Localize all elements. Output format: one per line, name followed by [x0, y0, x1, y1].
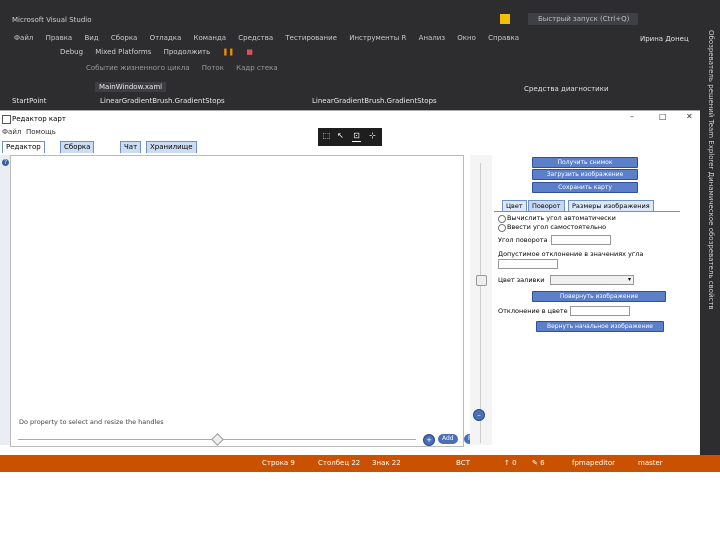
status-push-count[interactable]: ↑ 0: [504, 455, 517, 472]
menu-r-tools[interactable]: Инструменты R: [349, 34, 406, 42]
quick-launch-input[interactable]: Быстрый запуск (Ctrl+Q): [528, 13, 638, 25]
menu-test[interactable]: Тестирование: [285, 34, 337, 42]
notification-flag-icon[interactable]: [500, 14, 510, 24]
vs-menu-bar: Файл Правка Вид Сборка Отладка Команда С…: [14, 34, 714, 42]
status-edits[interactable]: ✎ 6: [532, 455, 545, 472]
menu-view[interactable]: Вид: [84, 34, 98, 42]
add-round-button[interactable]: +: [423, 434, 435, 446]
map-canvas[interactable]: Do property to select and resize the han…: [10, 155, 464, 447]
vs-toolbar-2: Событие жизненного цикла Поток Кадр стек…: [86, 64, 720, 72]
color-deviation-label: Отклонение в цвете: [498, 307, 568, 315]
left-gutter: [0, 155, 10, 445]
platform-select[interactable]: Mixed Platforms: [95, 48, 151, 56]
vertical-slider-thumb[interactable]: [476, 275, 487, 286]
measure-icon[interactable]: ⊹: [368, 131, 377, 141]
doc-tab-mainwindow[interactable]: MainWindow.xaml: [95, 82, 167, 92]
menu-edit[interactable]: Правка: [46, 34, 73, 42]
color-deviation-input[interactable]: [570, 306, 630, 316]
lifecycle-events[interactable]: Событие жизненного цикла: [86, 64, 190, 72]
continue-button[interactable]: Продолжить: [164, 48, 211, 56]
menu-analyze[interactable]: Анализ: [419, 34, 445, 42]
app-menu-file[interactable]: Файл: [2, 128, 21, 136]
stack-frame[interactable]: Кадр стека: [236, 64, 278, 72]
map-editor-window: Редактор карт Файл Помощь Редактор карт …: [0, 110, 700, 456]
help-icon[interactable]: ?: [2, 159, 9, 166]
menu-file[interactable]: Файл: [14, 34, 33, 42]
fill-color-select[interactable]: ▾: [550, 275, 634, 285]
window-icon: [2, 115, 11, 124]
close-icon[interactable]: ✕: [686, 112, 693, 121]
menu-debug[interactable]: Отладка: [150, 34, 182, 42]
rotate-image-button[interactable]: Повернуть изображение: [532, 291, 666, 302]
radio-manual-angle[interactable]: [498, 224, 506, 232]
menu-team[interactable]: Команда: [194, 34, 227, 42]
radio-auto-angle-label: Вычислить угол автоматически: [507, 214, 616, 222]
nav-startpoint[interactable]: StartPoint: [8, 96, 50, 106]
save-map-button[interactable]: Сохранить карту: [532, 182, 638, 193]
status-column: Столбец 22: [318, 459, 361, 467]
get-snapshot-button[interactable]: Получить снимок: [532, 157, 638, 168]
status-repo[interactable]: fpmapeditor: [572, 455, 615, 472]
floating-design-toolbar: ⬚ ↖ ⊡ ⊹: [318, 128, 382, 146]
tab-map-editor[interactable]: Редактор карт: [2, 141, 45, 162]
add-button[interactable]: Add: [438, 434, 458, 444]
radio-manual-angle-label: Ввести угол самостоятельно: [507, 223, 607, 231]
tab-rotation[interactable]: Поворот: [528, 200, 565, 211]
menu-build[interactable]: Сборка: [111, 34, 137, 42]
stop-icon[interactable]: ■: [246, 48, 253, 56]
radio-auto-angle[interactable]: [498, 215, 506, 223]
vs-title: Microsoft Visual Studio: [12, 16, 92, 24]
vs-toolbar: Debug Mixed Platforms Продолжить ❚❚ ■: [60, 48, 720, 56]
fill-color-label: Цвет заливки: [498, 276, 545, 284]
pause-icon[interactable]: ❚❚: [222, 48, 234, 56]
tab-color[interactable]: Цвет: [502, 200, 527, 211]
status-branch[interactable]: master: [638, 455, 663, 472]
tab-storage[interactable]: Хранилище: [146, 141, 197, 153]
angle-input[interactable]: [551, 235, 611, 245]
deviation-input[interactable]: [498, 259, 558, 269]
tab-chat[interactable]: Чат: [120, 141, 142, 153]
status-line: Строка 9: [262, 459, 295, 467]
right-control-panel: Получить снимок Загрузить изображение Со…: [492, 155, 682, 445]
maximize-icon[interactable]: □: [659, 112, 667, 121]
pointer-select-icon[interactable]: ⬚: [322, 131, 331, 141]
menu-tools[interactable]: Средства: [238, 34, 273, 42]
side-panels-label[interactable]: Обозреватель решений Team Explorer Динам…: [705, 30, 715, 340]
tab-map-build[interactable]: Сборка карты: [60, 141, 95, 162]
tab-image-size[interactable]: Размеры изображения: [568, 200, 654, 211]
scroll-down-button[interactable]: –: [473, 409, 485, 421]
menu-help[interactable]: Справка: [488, 34, 519, 42]
status-bar: Строка 9 Столбец 22 Знак 22 ВСТ ↑ 0 ✎ 6 …: [0, 455, 720, 472]
tab-divider: [494, 211, 680, 212]
load-image-button[interactable]: Загрузить изображение: [532, 169, 638, 180]
vertical-slider-area: –: [470, 155, 492, 445]
diagnostics-tools-header[interactable]: Средства диагностики: [520, 83, 704, 95]
select-icon[interactable]: ⊡: [352, 131, 361, 142]
canvas-hint: Do property to select and resize the han…: [19, 418, 164, 426]
chevron-down-icon: ▾: [627, 276, 631, 283]
status-insert-mode: ВСТ: [456, 459, 470, 467]
tap-icon[interactable]: ↖: [336, 131, 345, 141]
minimize-icon[interactable]: –: [630, 112, 634, 121]
thread-select[interactable]: Поток: [202, 64, 224, 72]
nav-gradientstops-1[interactable]: LinearGradientBrush.GradientStops: [96, 96, 229, 106]
status-char: Знак 22: [372, 459, 401, 467]
deviation-label: Допустимое отклонение в значениях угла: [498, 250, 644, 258]
nav-gradientstops-2[interactable]: LinearGradientBrush.GradientStops: [308, 96, 441, 106]
menu-window[interactable]: Окно: [457, 34, 476, 42]
restore-image-button[interactable]: Вернуть начальное изображение: [536, 321, 664, 332]
app-menu-help[interactable]: Помощь: [26, 128, 56, 136]
config-select[interactable]: Debug: [60, 48, 83, 56]
angle-label: Угол поворота: [498, 236, 548, 244]
vertical-slider-track[interactable]: [480, 163, 481, 443]
vs-window-chrome: Microsoft Visual Studio Быстрый запуск (…: [0, 0, 720, 110]
window-title: Редактор карт: [12, 115, 66, 123]
